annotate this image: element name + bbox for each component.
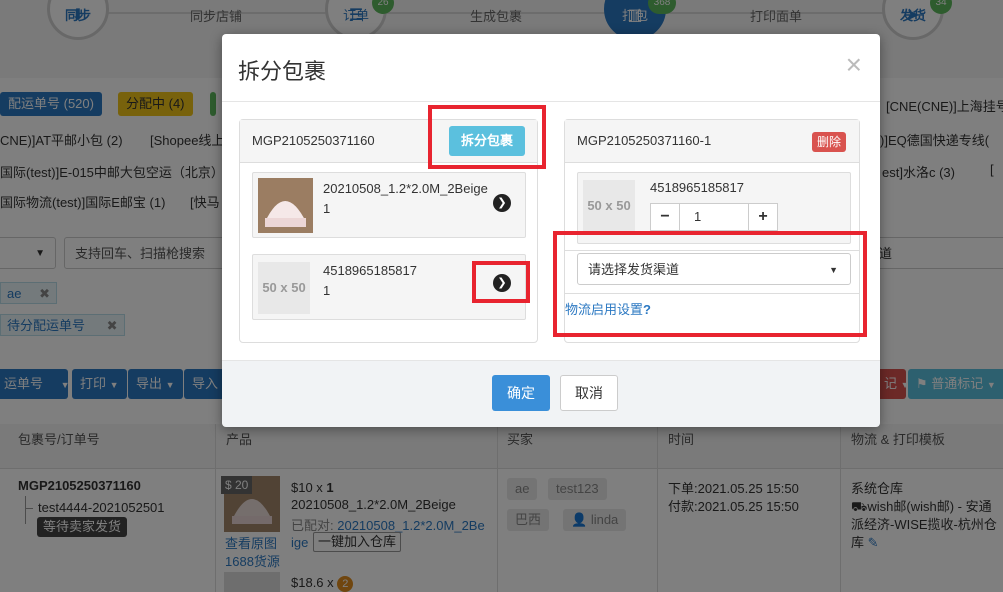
quantity-field[interactable]: 1 (680, 203, 748, 231)
item-sku: 4518965185817 (650, 180, 744, 195)
product-thumbnail (258, 178, 313, 233)
modal-footer: 确定 取消 (222, 360, 880, 427)
confirm-button[interactable]: 确定 (492, 375, 550, 411)
split-package-modal: 拆分包裹 × MGP2105250371160 拆分包裹 20210508_1.… (222, 34, 880, 427)
item-qty: 1 (323, 201, 331, 216)
cancel-button[interactable]: 取消 (560, 375, 618, 411)
product-thumbnail-placeholder: 50 x 50 (583, 180, 635, 232)
original-package-no: MGP2105250371160 (252, 133, 375, 148)
quantity-decrease-button[interactable]: − (650, 203, 680, 231)
item-sku: 4518965185817 (323, 263, 417, 278)
item-qty: 1 (323, 283, 331, 298)
list-item: 20210508_1.2*2.0M_2Beige 1 ❯ (252, 172, 526, 238)
highlight-channel-select (553, 231, 867, 337)
item-sku: 20210508_1.2*2.0M_2Beige (323, 181, 488, 196)
quantity-increase-button[interactable]: + (748, 203, 778, 231)
new-package-no: MGP2105250371160-1 (577, 133, 712, 148)
delete-package-button[interactable]: 删除 (812, 132, 847, 152)
modal-title: 拆分包裹 (238, 59, 327, 84)
mosquito-net-image-icon (258, 178, 313, 233)
highlight-move-arrow (472, 261, 530, 303)
product-thumbnail-placeholder: 50 x 50 (258, 262, 310, 314)
move-item-arrow-icon[interactable]: ❯ (493, 194, 511, 212)
highlight-split-button (428, 105, 546, 169)
close-icon[interactable]: × (846, 48, 862, 82)
